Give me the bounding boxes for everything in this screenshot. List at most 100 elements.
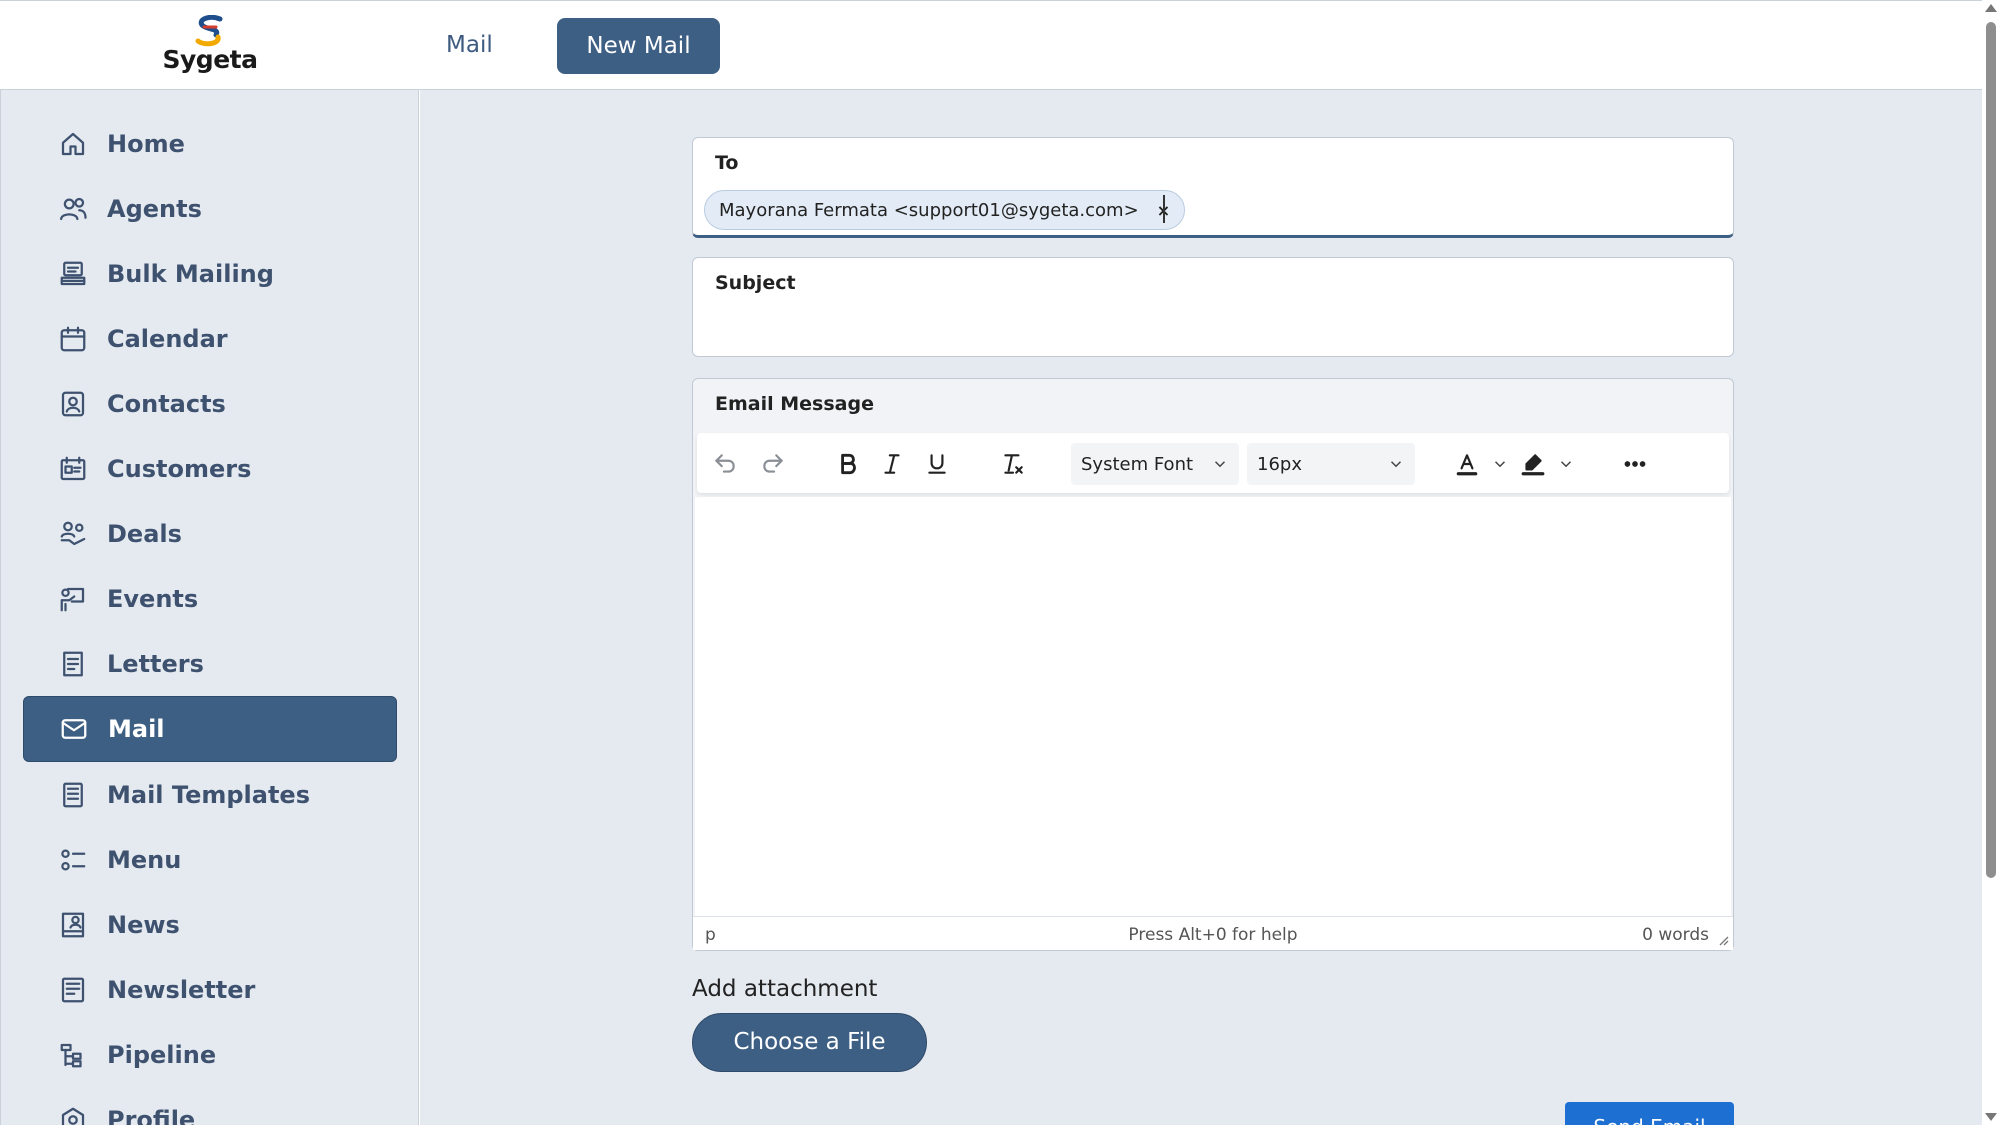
sidebar-item-label: Bulk Mailing [107, 260, 274, 288]
sidebar-item-label: Menu [107, 846, 182, 874]
sidebar-item-calendar[interactable]: Calendar [23, 306, 397, 372]
sidebar-item-pipeline[interactable]: Pipeline [23, 1022, 397, 1088]
logo-s-icon [195, 15, 223, 47]
sidebar-item-label: Customers [107, 455, 252, 483]
email-message-editor: Email Message System Font 16px p Press A… [692, 378, 1734, 951]
resize-handle-icon[interactable] [1717, 934, 1729, 946]
sidebar-item-customers[interactable]: Customers [23, 436, 397, 502]
highlight-color-button[interactable] [1515, 446, 1551, 482]
add-attachment-label: Add attachment [692, 976, 878, 1002]
sidebar-item-label: Mail Templates [107, 781, 310, 809]
message-body[interactable] [695, 497, 1731, 916]
editor-statusbar: p Press Alt+0 for help 0 words [693, 916, 1733, 950]
subject-label: Subject [715, 272, 796, 294]
highlight-color-dropdown[interactable] [1557, 455, 1575, 473]
sidebar-item-label: Newsletter [107, 976, 256, 1004]
sidebar-item-label: Mail [108, 715, 165, 743]
bold-icon [841, 453, 856, 475]
scrollbar-thumb[interactable] [1986, 22, 1996, 878]
recipient-chip[interactable]: Mayorana Fermata <support01@sygeta.com> … [704, 190, 1186, 230]
choose-file-button[interactable]: Choose a File [692, 1013, 927, 1072]
subject-field[interactable]: Subject [692, 257, 1734, 357]
sidebar-item-deals[interactable]: Deals [23, 501, 397, 567]
deals-icon [57, 518, 89, 550]
sidebar-item-contacts[interactable]: Contacts [23, 371, 397, 437]
scroll-up-icon[interactable] [1985, 4, 1997, 12]
redo-button[interactable] [755, 446, 791, 482]
text-color-button[interactable] [1449, 446, 1485, 482]
sidebar-item-bulk-mailing[interactable]: Bulk Mailing [23, 241, 397, 307]
chevron-down-icon [1387, 455, 1405, 478]
scroll-down-icon[interactable] [1985, 1113, 1997, 1121]
sidebar-item-mail-templates[interactable]: Mail Templates [23, 762, 397, 828]
font-family-select[interactable]: System Font [1071, 443, 1239, 485]
sidebar-item-agents[interactable]: Agents [23, 176, 397, 242]
sidebar-item-label: Letters [107, 650, 204, 678]
page-scrollbar[interactable] [1982, 0, 2000, 1125]
sidebar-item-label: Contacts [107, 390, 226, 418]
news-icon [57, 909, 89, 941]
sidebar: Home Agents Bulk Mailing Calendar Contac… [0, 90, 419, 1125]
sidebar-item-label: Home [107, 130, 185, 158]
logo-text: Sygeta [162, 45, 258, 74]
font-family-value: System Font [1081, 453, 1194, 475]
word-count[interactable]: 0 words [1642, 925, 1709, 945]
sygeta-logo[interactable]: Sygeta [160, 15, 260, 77]
to-input[interactable] [1167, 190, 1707, 230]
bold-button[interactable] [830, 446, 866, 482]
sidebar-item-letters[interactable]: Letters [23, 631, 397, 697]
nav-new-mail-button[interactable]: New Mail [557, 18, 720, 74]
chevron-down-icon [1494, 461, 1506, 468]
pipeline-icon [57, 1039, 89, 1071]
recipient-chip-text: Mayorana Fermata <support01@sygeta.com> [719, 199, 1139, 221]
more-options-button[interactable] [1617, 446, 1653, 482]
document-icon [57, 648, 89, 680]
help-hint: Press Alt+0 for help [1128, 925, 1298, 945]
sidebar-item-label: Profile [107, 1106, 196, 1125]
events-icon [57, 583, 89, 615]
sidebar-item-label: News [107, 911, 180, 939]
customers-icon [57, 453, 89, 485]
compose-area: To Mayorana Fermata <support01@sygeta.co… [420, 90, 1982, 1125]
sidebar-item-label: Deals [107, 520, 182, 548]
sidebar-item-mail[interactable]: Mail [23, 696, 397, 762]
editor-toolbar: System Font 16px [697, 433, 1729, 493]
text-color-icon [1456, 454, 1478, 476]
undo-icon [715, 454, 735, 473]
underline-button[interactable] [919, 446, 955, 482]
font-size-select[interactable]: 16px [1247, 443, 1415, 485]
clear-formatting-icon [1004, 454, 1023, 474]
clear-formatting-button[interactable] [995, 446, 1031, 482]
sidebar-item-events[interactable]: Events [23, 566, 397, 632]
subject-input[interactable] [715, 308, 1705, 344]
users-icon [57, 193, 89, 225]
chevron-down-icon [1211, 455, 1229, 478]
top-header: Sygeta Mail New Mail [0, 0, 1982, 90]
home-icon [57, 128, 89, 160]
calendar-icon [57, 323, 89, 355]
italic-button[interactable] [874, 446, 910, 482]
sidebar-item-home[interactable]: Home [23, 111, 397, 177]
text-color-dropdown[interactable] [1491, 455, 1509, 473]
more-horizontal-icon [1624, 461, 1646, 467]
to-field[interactable]: To Mayorana Fermata <support01@sygeta.co… [692, 137, 1734, 238]
underline-icon [928, 454, 946, 474]
sidebar-item-news[interactable]: News [23, 892, 397, 958]
newsletter-icon [57, 974, 89, 1006]
stack-icon [57, 258, 89, 290]
profile-icon [57, 1104, 89, 1125]
template-icon [57, 779, 89, 811]
sidebar-item-label: Calendar [107, 325, 228, 353]
redo-icon [763, 454, 783, 473]
highlight-icon [1521, 454, 1545, 476]
nav-mail-tab[interactable]: Mail [434, 25, 505, 65]
to-label: To [715, 152, 739, 174]
italic-icon [884, 454, 900, 474]
sidebar-item-newsletter[interactable]: Newsletter [23, 957, 397, 1023]
sidebar-item-profile[interactable]: Profile [23, 1087, 397, 1125]
undo-button[interactable] [707, 446, 743, 482]
send-email-button[interactable]: Send Email [1565, 1102, 1734, 1125]
email-message-label: Email Message [715, 393, 874, 415]
sidebar-item-menu[interactable]: Menu [23, 827, 397, 893]
text-caret [1163, 195, 1165, 223]
